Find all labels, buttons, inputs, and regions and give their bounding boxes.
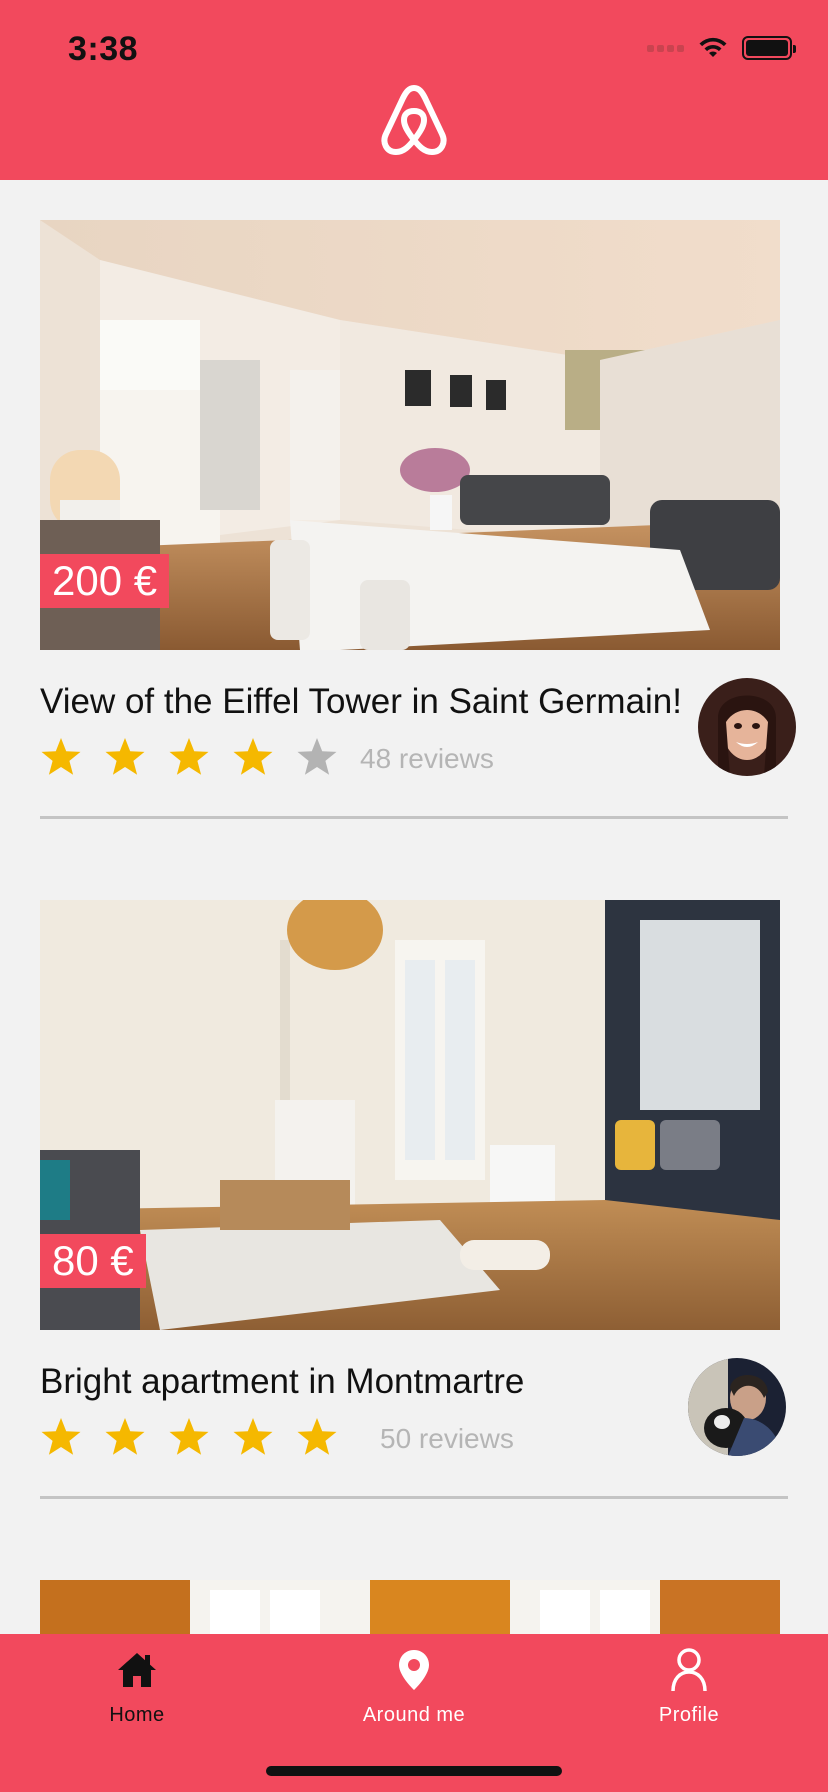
review-count[interactable]: 50 reviews	[380, 1423, 514, 1455]
listing-card[interactable]	[40, 1580, 788, 1634]
status-icons	[647, 36, 796, 60]
price-tag: 200 €	[40, 554, 170, 608]
tab-label: Home	[109, 1704, 165, 1726]
home-indicator	[266, 1766, 562, 1776]
star-filled-icon	[296, 1416, 338, 1458]
home-icon	[118, 1653, 156, 1687]
status-time: 3:38	[68, 30, 139, 68]
battery-icon	[742, 36, 796, 60]
review-count[interactable]: 48 reviews	[360, 743, 494, 775]
star-rating	[40, 736, 338, 778]
listing-card[interactable]: 80 € Bright apartment in Montmartre 50 r…	[40, 900, 788, 1540]
star-filled-icon	[168, 736, 210, 778]
map-pin-icon	[399, 1650, 429, 1690]
divider	[40, 1496, 788, 1499]
airbnb-logo-icon	[381, 85, 447, 155]
star-empty-icon	[296, 736, 338, 778]
star-filled-icon	[232, 736, 274, 778]
host-avatar[interactable]	[688, 1358, 786, 1456]
price-tag: 80 €	[40, 1234, 146, 1288]
star-filled-icon	[168, 1416, 210, 1458]
listing-card[interactable]: 200 € View of the Eiffel Tower in Saint …	[40, 220, 796, 860]
host-avatar[interactable]	[698, 678, 796, 776]
tab-label: Around me	[362, 1704, 466, 1726]
cellular-signal-icon	[647, 44, 684, 52]
star-filled-icon	[104, 736, 146, 778]
listings-feed[interactable]: 200 € View of the Eiffel Tower in Saint …	[0, 180, 828, 1634]
tab-label: Profile	[658, 1704, 720, 1726]
star-filled-icon	[40, 736, 82, 778]
divider	[40, 816, 788, 819]
listing-title[interactable]: Bright apartment in Montmartre	[40, 1362, 524, 1402]
listing-photo[interactable]: 200 €	[40, 220, 780, 650]
tab-profile[interactable]: Profile	[589, 1634, 789, 1754]
listing-photo[interactable]: 80 €	[40, 900, 780, 1330]
star-filled-icon	[40, 1416, 82, 1458]
star-filled-icon	[232, 1416, 274, 1458]
user-icon	[671, 1648, 707, 1692]
star-filled-icon	[104, 1416, 146, 1458]
tab-around-me[interactable]: Around me	[314, 1634, 514, 1754]
tab-home[interactable]: Home	[37, 1634, 237, 1754]
app-header: 3:38	[0, 0, 828, 180]
listing-title[interactable]: View of the Eiffel Tower in Saint Germai…	[40, 682, 682, 722]
star-rating	[40, 1416, 338, 1458]
listing-photo[interactable]	[40, 1580, 780, 1634]
wifi-icon	[699, 37, 727, 57]
